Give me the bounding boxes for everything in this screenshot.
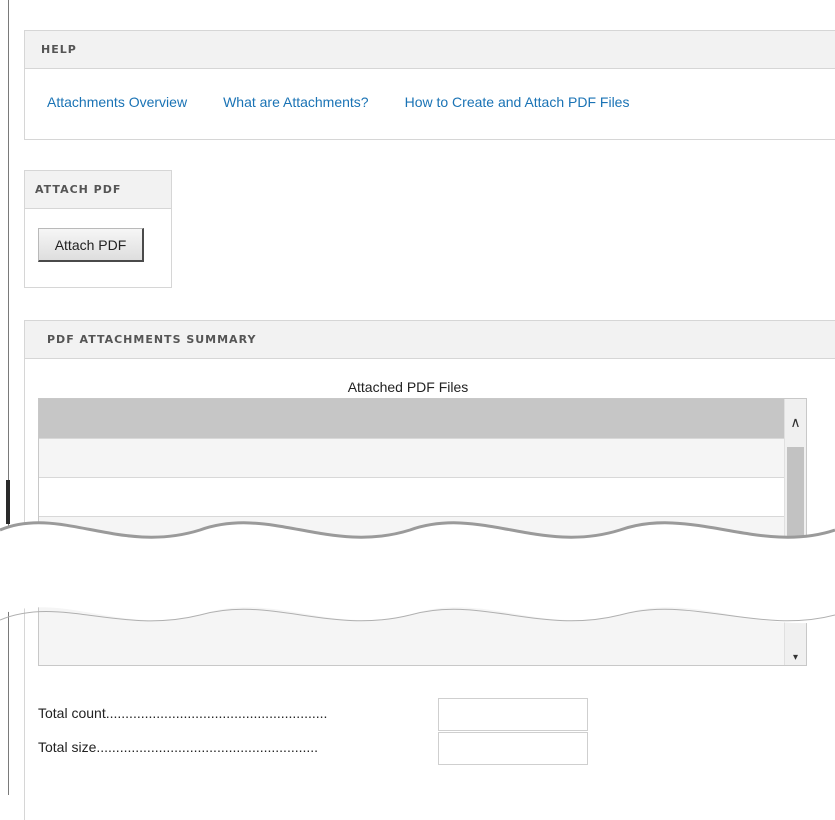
total-size-label: Total size..............................… [38,739,319,755]
attached-files-title: Attached PDF Files [347,379,469,395]
list-header-row [39,399,806,439]
torn-edge-break [0,521,835,624]
total-count-label: Total count.............................… [38,705,328,721]
help-links: Attachments Overview What are Attachments… [25,69,835,110]
total-count-field[interactable] [438,698,588,731]
link-what-are-attachments[interactable]: What are Attachments? [223,94,369,110]
total-count-row: Total count.............................… [38,698,588,731]
total-size-row: Total size..............................… [38,732,588,765]
help-panel: HELP Attachments Overview What are Attach… [24,30,835,140]
attach-pdf-panel-title: ATTACH PDF [25,171,171,209]
attach-pdf-panel: ATTACH PDF Attach PDF [24,170,172,288]
left-border [8,0,9,795]
link-how-to-create-attach-pdf[interactable]: How to Create and Attach PDF Files [405,94,630,110]
link-attachments-overview[interactable]: Attachments Overview [47,94,187,110]
help-panel-title: HELP [25,31,835,69]
attach-pdf-button[interactable]: Attach PDF [38,228,144,262]
list-item[interactable] [39,439,806,478]
total-size-field[interactable] [438,732,588,765]
summary-panel-title: PDF ATTACHMENTS SUMMARY [25,321,835,359]
chevron-up-icon[interactable]: ∧ [785,415,806,429]
